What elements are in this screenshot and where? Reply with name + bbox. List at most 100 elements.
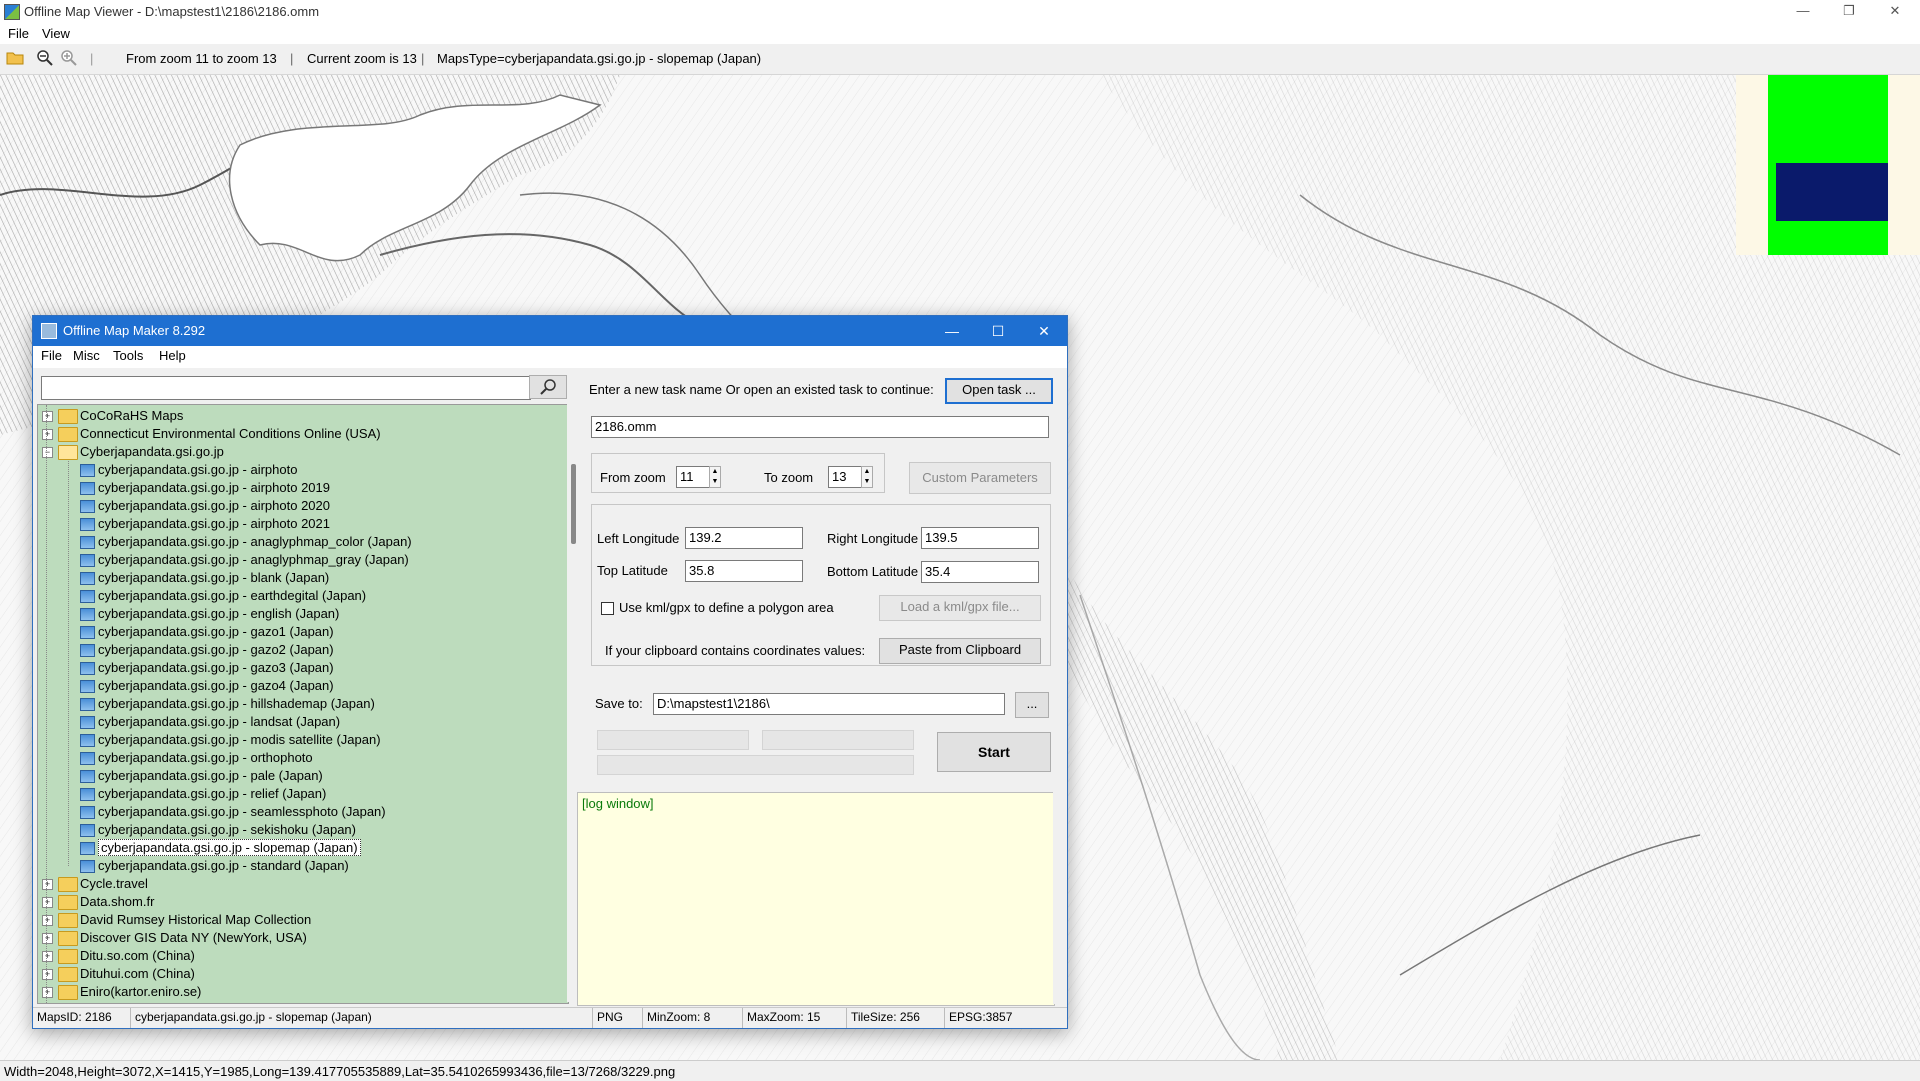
overview-minimap[interactable] <box>1736 75 1920 255</box>
map-image-icon <box>80 752 95 765</box>
tree-item-label: cyberjapandata.gsi.go.jp - modis satelli… <box>98 732 381 747</box>
log-scrollbar[interactable] <box>1053 792 1067 1004</box>
collapse-icon[interactable]: − <box>42 447 53 458</box>
status-format: PNG <box>593 1008 643 1028</box>
map-image-icon <box>80 590 95 603</box>
expand-icon[interactable]: + <box>42 429 53 440</box>
viewer-toolbar: | From zoom 11 to zoom 13 | Current zoom… <box>0 44 1920 75</box>
expand-icon[interactable]: + <box>42 969 53 980</box>
dialog-menu-file[interactable]: File <box>41 348 62 363</box>
tree-item-label: cyberjapandata.gsi.go.jp - airphoto 2019 <box>98 480 330 495</box>
menu-file[interactable]: File <box>8 26 29 41</box>
toolbar-separator: | <box>290 51 294 66</box>
map-image-icon <box>80 662 95 675</box>
expand-icon[interactable]: + <box>42 879 53 890</box>
from-zoom-label: From zoom <box>600 470 666 485</box>
dialog-title-bar[interactable]: Offline Map Maker 8.292 — ☐ ✕ <box>33 316 1067 346</box>
log-window[interactable]: [log window] <box>577 792 1055 1006</box>
tree-item-label: cyberjapandata.gsi.go.jp - blank (Japan) <box>98 570 330 585</box>
load-kml-button[interactable]: Load a kml/gpx file... <box>879 595 1041 621</box>
viewer-status-bar: Width=2048,Height=3072,X=1415,Y=1985,Lon… <box>0 1060 1920 1081</box>
close-icon[interactable]: ✕ <box>1872 0 1918 24</box>
expand-icon[interactable]: + <box>42 915 53 926</box>
maps-tree[interactable]: + CoCoRaHS Maps + Connecticut Environmental… <box>37 404 569 1004</box>
tree-guide-line <box>46 405 47 1003</box>
dialog-menu-tools[interactable]: Tools <box>113 348 143 363</box>
tree-item-label: cyberjapandata.gsi.go.jp - seamlessphoto… <box>98 804 386 819</box>
dialog-maximize-icon[interactable]: ☐ <box>975 316 1021 346</box>
to-zoom-label: To zoom <box>764 470 814 485</box>
dialog-menu-help[interactable]: Help <box>159 348 186 363</box>
tree-item-label: cyberjapandata.gsi.go.jp - hillshademap … <box>98 696 375 711</box>
open-task-button[interactable]: Open task ... <box>945 378 1053 404</box>
map-image-icon <box>80 770 95 783</box>
expand-icon[interactable]: + <box>42 933 53 944</box>
kml-checkbox[interactable] <box>601 602 614 615</box>
tree-item-label: Connecticut Environmental Conditions Onl… <box>80 426 381 441</box>
tree-guide-line <box>68 461 69 866</box>
expand-icon[interactable]: + <box>42 987 53 998</box>
tree-item-label: cyberjapandata.gsi.go.jp - orthophoto <box>98 750 313 765</box>
search-button[interactable] <box>529 375 567 399</box>
folder-icon <box>58 409 78 424</box>
tree-item-label: Discover GIS Data NY (NewYork, USA) <box>80 930 307 945</box>
tree-item-label: cyberjapandata.gsi.go.jp - gazo3 (Japan) <box>98 660 334 675</box>
tree-item-label: cyberjapandata.gsi.go.jp - airphoto 2021 <box>98 516 330 531</box>
dialog-close-icon[interactable]: ✕ <box>1021 316 1067 346</box>
dialog-status-bar: MapsID: 2186 cyberjapandata.gsi.go.jp - … <box>33 1007 1067 1028</box>
viewer-title: Offline Map Viewer - D:\mapstest1\2186\2… <box>24 4 320 19</box>
progress-bar-1 <box>597 730 749 750</box>
map-image-icon <box>80 824 95 837</box>
tree-item-label: cyberjapandata.gsi.go.jp - pale (Japan) <box>98 768 323 783</box>
folder-icon <box>58 967 78 982</box>
left-longitude-input[interactable]: 139.2 <box>685 527 803 549</box>
expand-icon[interactable]: + <box>42 411 53 422</box>
tree-item-label: cyberjapandata.gsi.go.jp - standard (Jap… <box>98 858 349 873</box>
from-zoom-input[interactable]: 11 <box>676 466 710 488</box>
paste-clipboard-button[interactable]: Paste from Clipboard <box>879 638 1041 664</box>
minimize-icon[interactable]: — <box>1780 0 1826 24</box>
from-zoom-spinner[interactable]: ▲ ▼ <box>709 466 721 488</box>
folder-icon <box>58 877 78 892</box>
bottom-latitude-input[interactable]: 35.4 <box>921 561 1039 583</box>
open-folder-icon[interactable] <box>6 49 26 69</box>
map-image-icon <box>80 608 95 621</box>
status-min-zoom: MinZoom: 8 <box>643 1008 743 1028</box>
search-icon <box>540 379 556 395</box>
viewer-status-text: Width=2048,Height=3072,X=1415,Y=1985,Lon… <box>4 1064 676 1079</box>
save-to-label: Save to: <box>595 696 643 711</box>
map-image-icon <box>80 464 95 477</box>
dialog-minimize-icon[interactable]: — <box>929 316 975 346</box>
tree-item-label: cyberjapandata.gsi.go.jp - sekishoku (Ja… <box>98 822 356 837</box>
zoom-in-icon[interactable] <box>60 49 80 69</box>
folder-icon <box>58 427 78 442</box>
tree-item-label: cyberjapandata.gsi.go.jp - landsat (Japa… <box>98 714 341 729</box>
clipboard-prompt: If your clipboard contains coordinates v… <box>605 643 866 658</box>
to-zoom-spinner[interactable]: ▲ ▼ <box>861 466 873 488</box>
save-to-input[interactable]: D:\mapstest1\2186\ <box>653 693 1005 715</box>
overview-viewport-rect[interactable] <box>1776 163 1888 221</box>
start-button[interactable]: Start <box>937 732 1051 772</box>
to-zoom-input[interactable]: 13 <box>828 466 862 488</box>
maps-search-input[interactable] <box>41 376 531 400</box>
map-image-icon <box>80 626 95 639</box>
tree-item-label: cyberjapandata.gsi.go.jp - gazo2 (Japan) <box>98 642 334 657</box>
status-epsg: EPSG:3857 <box>949 1010 1013 1024</box>
tree-item-label: cyberjapandata.gsi.go.jp - airphoto <box>98 462 298 477</box>
restore-icon[interactable]: ❐ <box>1826 0 1872 24</box>
menu-view[interactable]: View <box>42 26 70 41</box>
top-latitude-input[interactable]: 35.8 <box>685 560 803 582</box>
maps-type-text: MapsType=cyberjapandata.gsi.go.jp - slop… <box>437 51 762 66</box>
expand-icon[interactable]: + <box>42 951 53 962</box>
zoom-out-icon[interactable] <box>36 49 56 69</box>
task-name-input[interactable]: 2186.omm <box>591 416 1049 438</box>
tree-item-label: Cycle.travel <box>80 876 148 891</box>
dialog-menu-misc[interactable]: Misc <box>73 348 100 363</box>
right-longitude-input[interactable]: 139.5 <box>921 527 1039 549</box>
tree-scroll-thumb[interactable] <box>571 464 576 544</box>
browse-button[interactable]: ... <box>1015 692 1049 718</box>
viewer-title-bar: Offline Map Viewer - D:\mapstest1\2186\2… <box>0 0 1920 24</box>
custom-parameters-button[interactable]: Custom Parameters <box>909 462 1051 494</box>
expand-icon[interactable]: + <box>42 897 53 908</box>
folder-icon <box>58 895 78 910</box>
